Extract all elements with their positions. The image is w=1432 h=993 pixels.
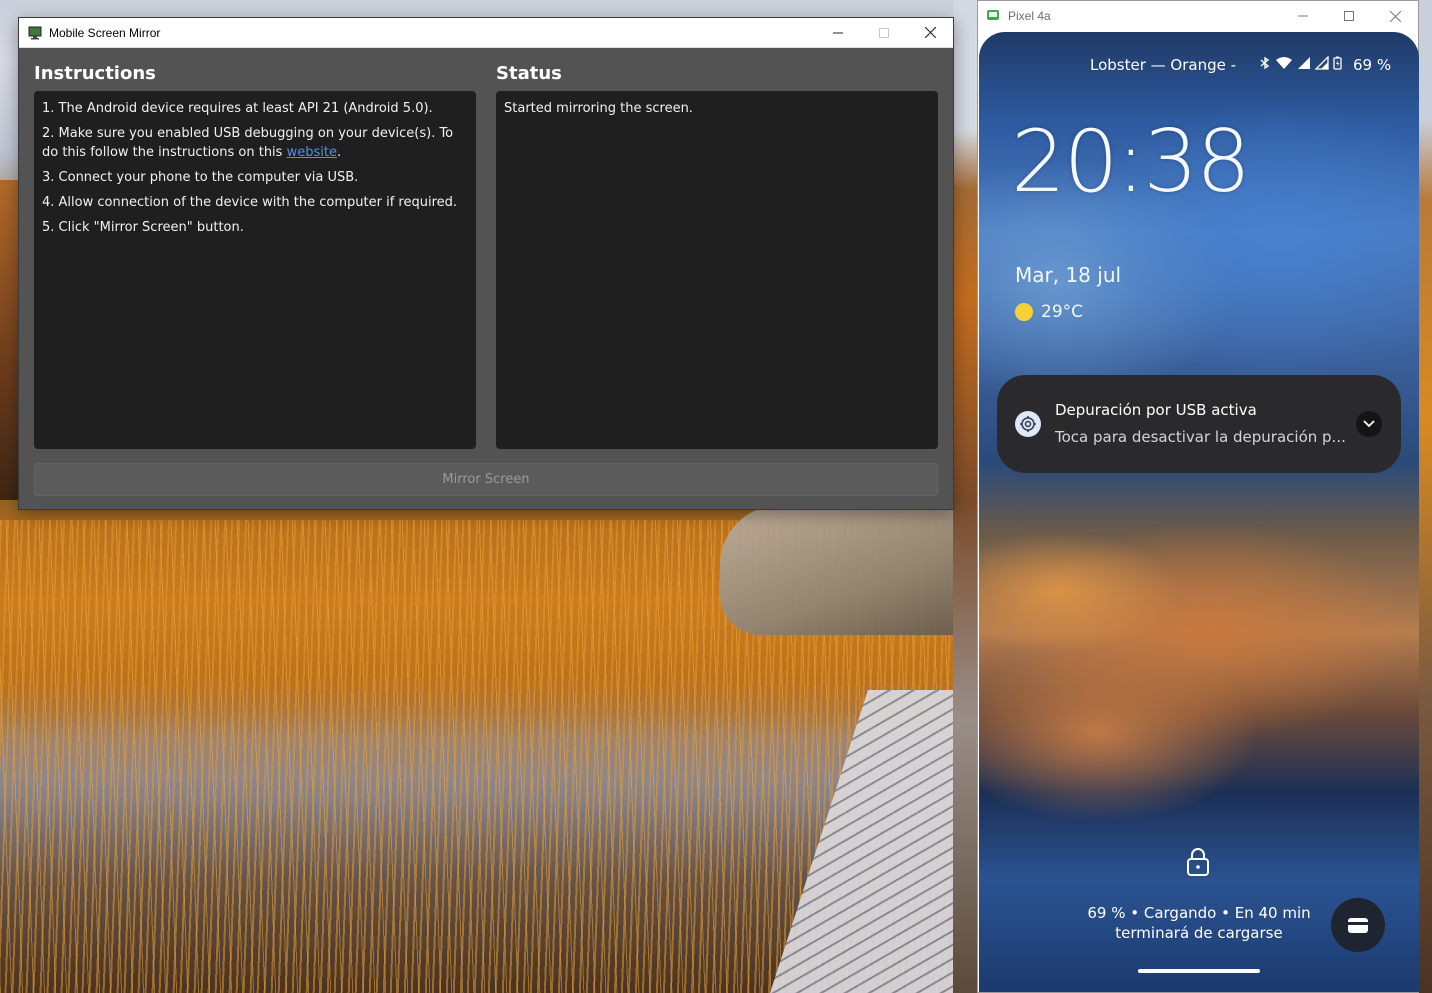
instruction-step: 4. Allow connection of the device with t…	[42, 195, 458, 210]
instructions-panel: 1. The Android device requires at least …	[34, 91, 476, 449]
sun-icon	[1015, 303, 1033, 321]
instruction-step-text: 2. Make sure you enabled USB debugging o…	[42, 126, 454, 160]
signal-icon	[1298, 57, 1310, 69]
temperature-label: 29°C	[1041, 302, 1084, 322]
phone-maximize-button[interactable]	[1326, 1, 1372, 31]
carrier-label: Lobster — Orange -	[1090, 56, 1237, 74]
wallpaper-strip	[953, 0, 978, 993]
bluetooth-icon	[1260, 56, 1270, 70]
mobile-screen-mirror-window: Mobile Screen Mirror Instructions 1. The…	[18, 17, 954, 510]
pixel-4a-window: Pixel 4a Lobster — Orange - 69 % 20:38 M…	[977, 0, 1419, 993]
phone-window-titlebar[interactable]: Pixel 4a	[978, 1, 1418, 31]
wallet-button[interactable]	[1331, 898, 1385, 952]
maximize-icon	[879, 27, 889, 38]
window-title: Mobile Screen Mirror	[49, 25, 161, 40]
status-panel: Started mirroring the screen.	[496, 91, 938, 449]
status-heading: Status	[496, 63, 562, 84]
wallpaper-rock	[720, 505, 980, 635]
lockscreen-date[interactable]: Mar, 18 jul	[1015, 263, 1121, 287]
usb-debugging-notification[interactable]: Depuración por USB activa Toca para desa…	[997, 375, 1401, 473]
website-link[interactable]: website	[287, 145, 337, 160]
instruction-step: 3. Connect your phone to the computer vi…	[42, 170, 359, 185]
monitor-icon	[27, 25, 43, 41]
notification-title: Depuración por USB activa	[1055, 401, 1257, 419]
close-button[interactable]	[907, 18, 953, 48]
wallet-icon	[1348, 918, 1368, 933]
phone-screen[interactable]: Lobster — Orange - 69 % 20:38 Mar, 18 ju…	[979, 32, 1419, 992]
phone-close-button[interactable]	[1372, 1, 1418, 31]
mirror-screen-button[interactable]: Mirror Screen	[34, 463, 938, 496]
scrcpy-icon	[986, 8, 1002, 24]
home-gesture-bar[interactable]	[1138, 969, 1260, 973]
phone-window-title: Pixel 4a	[1008, 9, 1051, 23]
status-icons	[1259, 56, 1342, 70]
maximize-icon	[1344, 11, 1354, 21]
lockscreen-clock: 20:38	[1011, 112, 1251, 212]
phone-minimize-button[interactable]	[1280, 1, 1326, 31]
signal-r-icon	[1315, 56, 1329, 70]
minimize-button[interactable]	[815, 18, 861, 48]
battery-icon	[1333, 56, 1342, 70]
battery-percentage: 69 %	[1353, 56, 1392, 74]
expand-notification-button[interactable]	[1356, 411, 1382, 437]
chevron-down-icon	[1363, 420, 1375, 428]
instruction-step-suffix: .	[336, 145, 342, 160]
minimize-icon	[1298, 15, 1308, 17]
lockscreen-weather[interactable]: 29°C	[1015, 302, 1083, 322]
window-titlebar[interactable]: Mobile Screen Mirror	[19, 18, 953, 48]
bug-settings-icon	[1015, 411, 1041, 437]
instruction-step: 1. The Android device requires at least …	[42, 101, 433, 116]
wallpaper-edge	[1418, 0, 1432, 993]
maximize-button[interactable]	[861, 18, 907, 48]
instruction-step: 5. Click "Mirror Screen" button.	[42, 220, 244, 235]
notification-text: Toca para desactivar la depuración p...	[1055, 428, 1346, 446]
instructions-heading: Instructions	[34, 63, 156, 84]
phone-status-bar: Lobster — Orange - 69 %	[979, 56, 1419, 76]
minimize-icon	[833, 32, 843, 33]
wifi-icon	[1276, 57, 1292, 69]
instruction-step: 2. Make sure you enabled USB debugging o…	[42, 124, 468, 162]
close-icon	[1389, 10, 1401, 22]
close-icon	[924, 27, 936, 38]
lock-icon[interactable]	[1186, 847, 1210, 882]
status-text: Started mirroring the screen.	[504, 101, 693, 116]
